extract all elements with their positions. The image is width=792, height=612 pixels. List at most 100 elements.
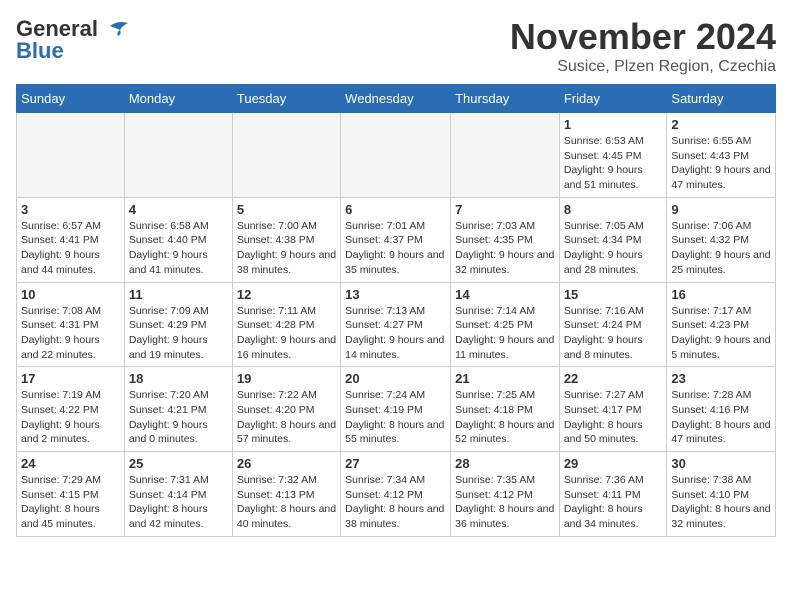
calendar-week-row-1: 1Sunrise: 6:53 AM Sunset: 4:45 PM Daylig…: [17, 113, 776, 198]
calendar-cell: 26 Sunrise: 7:32 AM Sunset: 4:13 PM Dayli…: [232, 452, 340, 537]
day-number: 4: [129, 202, 228, 217]
calendar-header-wednesday: Wednesday: [341, 85, 451, 113]
calendar-cell: [451, 113, 560, 198]
calendar-cell: 30Sunrise: 7:38 AM Sunset: 4:10 PM Dayli…: [667, 452, 776, 537]
calendar-cell: 17 Sunrise: 7:19 AM Sunset: 4:22 PM Dayli…: [17, 367, 125, 452]
day-number: 20: [345, 371, 446, 386]
calendar-header-monday: Monday: [124, 85, 232, 113]
day-info: Sunrise: 7:16 AM Sunset: 4:24 PM Dayligh…: [564, 304, 663, 363]
day-number: 22: [564, 371, 663, 386]
day-info: Sunrise: 6:57 AM Sunset: 4:41 PM Dayligh…: [21, 219, 120, 278]
day-info: Sunrise: 7:11 AM Sunset: 4:28 PM Dayligh…: [237, 304, 336, 363]
calendar-cell: 5Sunrise: 7:00 AM Sunset: 4:38 PM Daylig…: [232, 197, 340, 282]
day-info: Sunrise: 6:58 AM Sunset: 4:40 PM Dayligh…: [129, 219, 228, 278]
day-number: 23: [671, 371, 771, 386]
calendar-cell: 19 Sunrise: 7:22 AM Sunset: 4:20 PM Dayli…: [232, 367, 340, 452]
day-number: 7: [455, 202, 555, 217]
day-number: 12: [237, 287, 336, 302]
calendar-cell: 12 Sunrise: 7:11 AM Sunset: 4:28 PM Dayli…: [232, 282, 340, 367]
day-number: 21: [455, 371, 555, 386]
calendar-week-row-4: 17 Sunrise: 7:19 AM Sunset: 4:22 PM Dayli…: [17, 367, 776, 452]
calendar-week-row-3: 10 Sunrise: 7:08 AM Sunset: 4:31 PM Dayli…: [17, 282, 776, 367]
calendar-header-friday: Friday: [559, 85, 667, 113]
day-number: 19: [237, 371, 336, 386]
calendar-cell: 13Sunrise: 7:13 AM Sunset: 4:27 PM Dayli…: [341, 282, 451, 367]
day-info: Sunrise: 7:17 AM Sunset: 4:23 PM Dayligh…: [671, 304, 771, 363]
calendar-cell: 14Sunrise: 7:14 AM Sunset: 4:25 PM Dayli…: [451, 282, 560, 367]
day-info: Sunrise: 7:27 AM Sunset: 4:17 PM Dayligh…: [564, 388, 663, 447]
day-info: Sunrise: 7:29 AM Sunset: 4:15 PM Dayligh…: [21, 473, 120, 532]
calendar-cell: 16Sunrise: 7:17 AM Sunset: 4:23 PM Dayli…: [667, 282, 776, 367]
calendar-cell: 6 Sunrise: 7:01 AM Sunset: 4:37 PM Daylig…: [341, 197, 451, 282]
page-header: General Blue November 2024 Susice, Plzen…: [16, 16, 776, 76]
day-info: Sunrise: 7:25 AM Sunset: 4:18 PM Dayligh…: [455, 388, 555, 447]
day-info: Sunrise: 7:03 AM Sunset: 4:35 PM Dayligh…: [455, 219, 555, 278]
day-info: Sunrise: 7:09 AM Sunset: 4:29 PM Dayligh…: [129, 304, 228, 363]
day-info: Sunrise: 7:22 AM Sunset: 4:20 PM Dayligh…: [237, 388, 336, 447]
day-number: 26: [237, 456, 336, 471]
day-info: Sunrise: 6:53 AM Sunset: 4:45 PM Dayligh…: [564, 134, 663, 193]
day-info: Sunrise: 7:06 AM Sunset: 4:32 PM Dayligh…: [671, 219, 771, 278]
logo-bird-icon: [100, 18, 130, 40]
day-info: Sunrise: 7:14 AM Sunset: 4:25 PM Dayligh…: [455, 304, 555, 363]
day-info: Sunrise: 7:28 AM Sunset: 4:16 PM Dayligh…: [671, 388, 771, 447]
day-number: 8: [564, 202, 663, 217]
day-number: 13: [345, 287, 446, 302]
calendar-cell: 29 Sunrise: 7:36 AM Sunset: 4:11 PM Dayli…: [559, 452, 667, 537]
calendar-cell: 23 Sunrise: 7:28 AM Sunset: 4:16 PM Dayli…: [667, 367, 776, 452]
day-info: Sunrise: 7:01 AM Sunset: 4:37 PM Dayligh…: [345, 219, 446, 278]
day-info: Sunrise: 7:31 AM Sunset: 4:14 PM Dayligh…: [129, 473, 228, 532]
calendar-header-thursday: Thursday: [451, 85, 560, 113]
calendar-header-saturday: Saturday: [667, 85, 776, 113]
calendar-cell: 27Sunrise: 7:34 AM Sunset: 4:12 PM Dayli…: [341, 452, 451, 537]
calendar-cell: 21 Sunrise: 7:25 AM Sunset: 4:18 PM Dayli…: [451, 367, 560, 452]
day-number: 29: [564, 456, 663, 471]
day-info: Sunrise: 7:19 AM Sunset: 4:22 PM Dayligh…: [21, 388, 120, 447]
calendar-cell: 28 Sunrise: 7:35 AM Sunset: 4:12 PM Dayli…: [451, 452, 560, 537]
calendar-cell: 7 Sunrise: 7:03 AM Sunset: 4:35 PM Daylig…: [451, 197, 560, 282]
day-info: Sunrise: 7:36 AM Sunset: 4:11 PM Dayligh…: [564, 473, 663, 532]
calendar-cell: [17, 113, 125, 198]
day-info: Sunrise: 7:34 AM Sunset: 4:12 PM Dayligh…: [345, 473, 446, 532]
day-number: 5: [237, 202, 336, 217]
title-section: November 2024 Susice, Plzen Region, Czec…: [510, 16, 776, 76]
calendar-cell: 24 Sunrise: 7:29 AM Sunset: 4:15 PM Dayli…: [17, 452, 125, 537]
day-number: 30: [671, 456, 771, 471]
calendar-cell: 10 Sunrise: 7:08 AM Sunset: 4:31 PM Dayli…: [17, 282, 125, 367]
calendar-cell: 1Sunrise: 6:53 AM Sunset: 4:45 PM Daylig…: [559, 113, 667, 198]
day-info: Sunrise: 7:20 AM Sunset: 4:21 PM Dayligh…: [129, 388, 228, 447]
day-number: 15: [564, 287, 663, 302]
day-number: 9: [671, 202, 771, 217]
calendar-cell: [341, 113, 451, 198]
logo-text-blue: Blue: [16, 38, 64, 64]
day-info: Sunrise: 6:55 AM Sunset: 4:43 PM Dayligh…: [671, 134, 771, 193]
calendar-cell: 9 Sunrise: 7:06 AM Sunset: 4:32 PM Daylig…: [667, 197, 776, 282]
calendar-cell: 25Sunrise: 7:31 AM Sunset: 4:14 PM Dayli…: [124, 452, 232, 537]
day-info: Sunrise: 7:32 AM Sunset: 4:13 PM Dayligh…: [237, 473, 336, 532]
day-number: 2: [671, 117, 771, 132]
calendar-cell: 3Sunrise: 6:57 AM Sunset: 4:41 PM Daylig…: [17, 197, 125, 282]
location-title: Susice, Plzen Region, Czechia: [510, 58, 776, 76]
calendar-cell: 22 Sunrise: 7:27 AM Sunset: 4:17 PM Dayli…: [559, 367, 667, 452]
calendar-table: SundayMondayTuesdayWednesdayThursdayFrid…: [16, 84, 776, 537]
calendar-cell: 11 Sunrise: 7:09 AM Sunset: 4:29 PM Dayli…: [124, 282, 232, 367]
calendar-header-sunday: Sunday: [17, 85, 125, 113]
calendar-week-row-5: 24 Sunrise: 7:29 AM Sunset: 4:15 PM Dayli…: [17, 452, 776, 537]
day-number: 11: [129, 287, 228, 302]
day-number: 10: [21, 287, 120, 302]
calendar-header-row: SundayMondayTuesdayWednesdayThursdayFrid…: [17, 85, 776, 113]
calendar-cell: 20 Sunrise: 7:24 AM Sunset: 4:19 PM Dayli…: [341, 367, 451, 452]
calendar-cell: 4 Sunrise: 6:58 AM Sunset: 4:40 PM Daylig…: [124, 197, 232, 282]
day-info: Sunrise: 7:35 AM Sunset: 4:12 PM Dayligh…: [455, 473, 555, 532]
calendar-week-row-2: 3Sunrise: 6:57 AM Sunset: 4:41 PM Daylig…: [17, 197, 776, 282]
day-info: Sunrise: 7:08 AM Sunset: 4:31 PM Dayligh…: [21, 304, 120, 363]
day-info: Sunrise: 7:24 AM Sunset: 4:19 PM Dayligh…: [345, 388, 446, 447]
day-number: 24: [21, 456, 120, 471]
calendar-cell: 15 Sunrise: 7:16 AM Sunset: 4:24 PM Dayli…: [559, 282, 667, 367]
day-number: 6: [345, 202, 446, 217]
calendar-cell: 8 Sunrise: 7:05 AM Sunset: 4:34 PM Daylig…: [559, 197, 667, 282]
month-title: November 2024: [510, 16, 776, 58]
day-number: 28: [455, 456, 555, 471]
day-info: Sunrise: 7:05 AM Sunset: 4:34 PM Dayligh…: [564, 219, 663, 278]
day-number: 17: [21, 371, 120, 386]
